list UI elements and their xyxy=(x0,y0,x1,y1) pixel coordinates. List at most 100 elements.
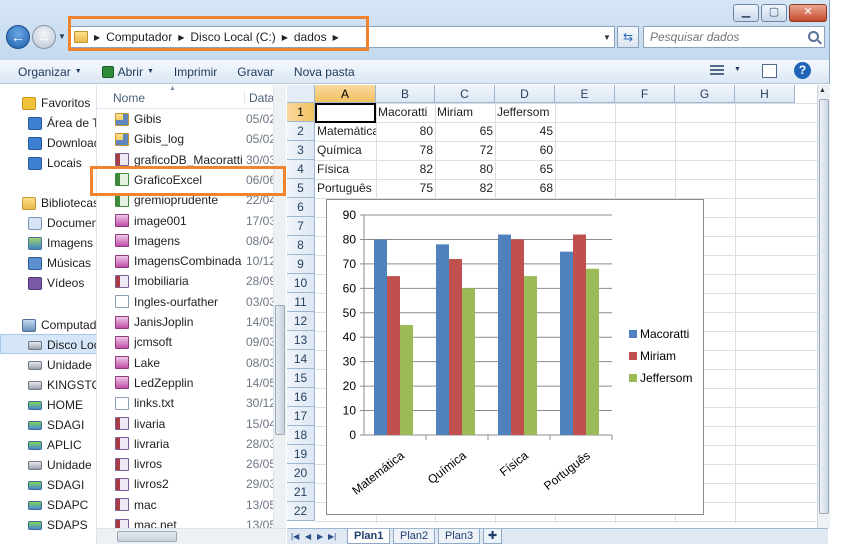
nav-item[interactable]: Computador xyxy=(0,315,96,335)
row-header-16[interactable]: 16 xyxy=(287,388,315,407)
row-header-4[interactable]: 4 xyxy=(287,160,315,179)
column-header-f[interactable]: F xyxy=(615,85,675,103)
row-header-19[interactable]: 19 xyxy=(287,445,315,464)
nav-item[interactable]: Disco Local (C:) xyxy=(0,335,96,355)
file-row[interactable]: links.txt 30/12 xyxy=(97,393,276,413)
row-header-3[interactable]: 3 xyxy=(287,141,315,160)
column-header-c[interactable]: C xyxy=(435,85,495,103)
file-row[interactable]: image001 17/03 xyxy=(97,211,276,231)
file-row[interactable]: Gibis 05/02 xyxy=(97,109,276,129)
sheet-vertical-scrollbar[interactable]: ▲ xyxy=(817,85,830,528)
column-header-name[interactable]: Nome xyxy=(113,91,145,105)
nav-item[interactable]: APLIC xyxy=(0,435,96,455)
back-button[interactable]: ← xyxy=(6,25,30,49)
cell-a2[interactable]: Matemática xyxy=(315,122,376,141)
row-header-20[interactable]: 20 xyxy=(287,464,315,483)
search-box[interactable] xyxy=(643,26,825,48)
row-header-10[interactable]: 10 xyxy=(287,274,315,293)
file-row[interactable]: ImagensCombinadas 10/12 xyxy=(97,251,276,271)
nav-item[interactable]: SDAGI xyxy=(0,475,96,495)
column-header-a[interactable]: A xyxy=(315,85,376,103)
cell-c3[interactable]: 72 xyxy=(435,141,495,160)
cell-b2[interactable]: 80 xyxy=(376,122,435,141)
nav-item[interactable]: Vídeos xyxy=(0,273,96,293)
row-header-22[interactable]: 22 xyxy=(287,502,315,521)
cell-c1[interactable]: Miriam xyxy=(435,103,495,122)
scrollbar-thumb[interactable] xyxy=(117,531,177,542)
file-row[interactable]: Imobiliaria 28/09 xyxy=(97,271,276,291)
active-cell-a1[interactable] xyxy=(315,103,376,123)
close-button[interactable]: ✕ xyxy=(789,4,827,22)
cell-a3[interactable]: Química xyxy=(315,141,376,160)
help-icon[interactable]: ? xyxy=(794,62,811,79)
nav-item[interactable]: Unidade xyxy=(0,355,96,375)
nav-item[interactable]: SDAPC xyxy=(0,495,96,515)
row-header-1[interactable]: 1 xyxy=(287,103,315,122)
first-sheet-icon[interactable]: |◀ xyxy=(291,532,299,541)
prev-sheet-icon[interactable]: ◀ xyxy=(305,532,311,541)
view-dropdown-icon[interactable]: ▼ xyxy=(734,66,741,73)
address-dropdown-icon[interactable]: ▼ xyxy=(600,33,614,42)
nav-item[interactable]: Músicas xyxy=(0,253,96,273)
file-row[interactable]: livraria 28/03 xyxy=(97,434,276,454)
nav-item[interactable]: Área de Trabalho xyxy=(0,113,96,133)
row-header-7[interactable]: 7 xyxy=(287,217,315,236)
row-header-8[interactable]: 8 xyxy=(287,236,315,255)
nav-item[interactable]: Downloads xyxy=(0,133,96,153)
cell-d3[interactable]: 60 xyxy=(495,141,555,160)
row-header-17[interactable]: 17 xyxy=(287,407,315,426)
cell-b1[interactable]: Macoratti xyxy=(376,103,435,122)
sheet-tab-plan2[interactable]: Plan2 xyxy=(393,529,436,544)
insert-sheet-button[interactable]: ✚ xyxy=(483,529,503,544)
print-button[interactable]: Imprimir xyxy=(164,65,227,79)
column-header-e[interactable]: E xyxy=(555,85,615,103)
nav-item[interactable]: Bibliotecas xyxy=(0,193,96,213)
row-header-9[interactable]: 9 xyxy=(287,255,315,274)
file-list-horizontal-scrollbar[interactable] xyxy=(97,528,286,544)
cell-b5[interactable]: 75 xyxy=(376,179,435,198)
file-row[interactable]: mac 13/05 xyxy=(97,495,276,515)
nav-item[interactable]: Documentos xyxy=(0,213,96,233)
change-view-icon[interactable] xyxy=(710,65,724,77)
nav-item[interactable]: Locais xyxy=(0,153,96,173)
file-row[interactable]: livaria 15/04 xyxy=(97,414,276,434)
recent-pages-dropdown[interactable]: ▼ xyxy=(58,32,66,41)
file-row[interactable]: Ingles-ourfather 03/03 xyxy=(97,292,276,312)
cell-a5[interactable]: Português xyxy=(315,179,376,198)
bar-chart[interactable]: 0 10 20 30 40 50 60 70 80 90 Matemática Química Físi… xyxy=(326,199,704,515)
row-header-15[interactable]: 15 xyxy=(287,369,315,388)
forward-button[interactable]: → xyxy=(32,25,56,49)
maximize-button[interactable]: ▢ xyxy=(761,4,787,22)
file-row[interactable]: livros 26/05 xyxy=(97,454,276,474)
cell-b3[interactable]: 78 xyxy=(376,141,435,160)
column-header-h[interactable]: H xyxy=(735,85,795,103)
nav-item[interactable]: Favoritos xyxy=(0,93,96,113)
nav-item[interactable]: KINGSTON xyxy=(0,375,96,395)
cell-a4[interactable]: Física xyxy=(315,160,376,179)
nav-item[interactable]: Unidade xyxy=(0,455,96,475)
select-all-corner[interactable] xyxy=(287,85,315,103)
file-row[interactable]: Lake 08/03 xyxy=(97,353,276,373)
search-icon[interactable] xyxy=(808,31,819,42)
row-header-2[interactable]: 2 xyxy=(287,122,315,141)
file-row[interactable]: Gibis_log 05/02 xyxy=(97,129,276,149)
scrollbar-thumb[interactable] xyxy=(275,305,285,435)
file-row[interactable]: JanisJoplin 14/05 xyxy=(97,312,276,332)
column-header-date[interactable]: Data xyxy=(244,91,274,105)
burn-button[interactable]: Gravar xyxy=(227,65,284,79)
row-header-12[interactable]: 12 xyxy=(287,312,315,331)
column-header-g[interactable]: G xyxy=(675,85,735,103)
last-sheet-icon[interactable]: ▶| xyxy=(328,532,336,541)
next-sheet-icon[interactable]: ▶ xyxy=(317,532,323,541)
row-header-11[interactable]: 11 xyxy=(287,293,315,312)
file-row[interactable]: livros2 29/03 xyxy=(97,474,276,494)
row-header-14[interactable]: 14 xyxy=(287,350,315,369)
nav-item[interactable]: SDAGI xyxy=(0,415,96,435)
refresh-button[interactable]: ⇆ xyxy=(617,26,639,48)
nav-item[interactable]: HOME xyxy=(0,395,96,415)
sheet-tab-plan3[interactable]: Plan3 xyxy=(438,529,481,544)
column-header-b[interactable]: B xyxy=(376,85,435,103)
cell-d1[interactable]: Jeffersom xyxy=(495,103,555,122)
open-button[interactable]: Abrir ▼ xyxy=(92,65,164,79)
cell-d5[interactable]: 68 xyxy=(495,179,555,198)
